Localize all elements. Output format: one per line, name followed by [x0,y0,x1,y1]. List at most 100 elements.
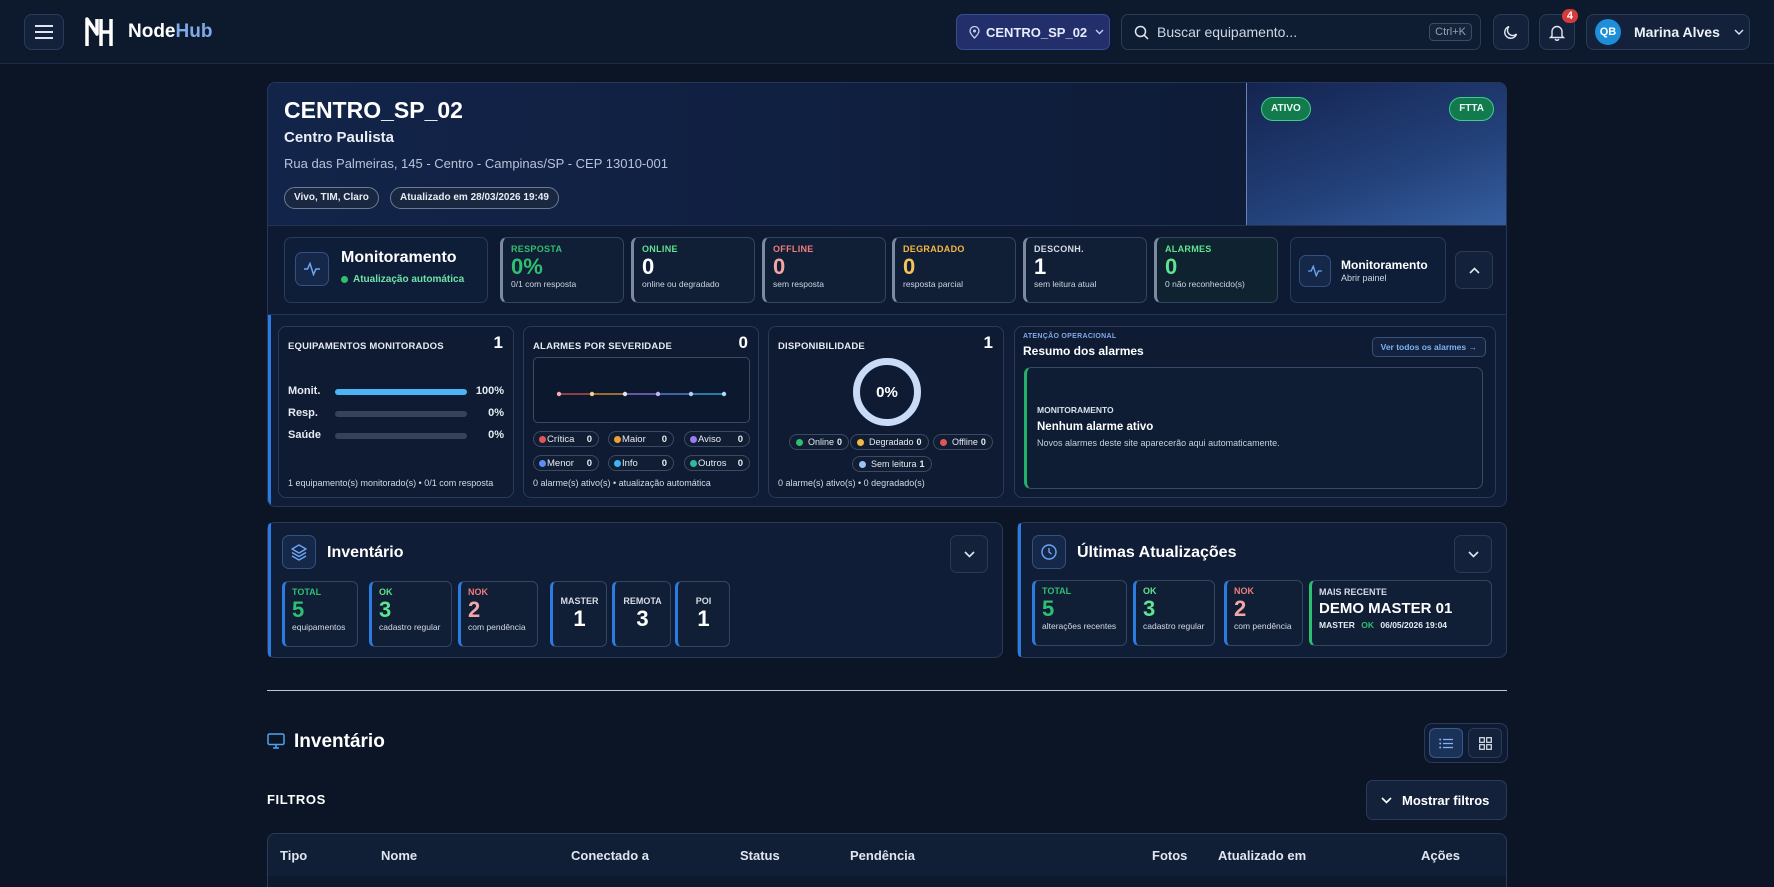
operators-chip: Vivo, TIM, Claro [284,187,379,209]
inventory-card-title: Inventário [327,544,404,561]
latest-updates-card: Últimas Atualizações TOTAL 5 alterações … [1017,522,1507,658]
site-name: Centro Paulista [284,129,395,146]
column-acoes: Ações [1421,848,1461,863]
search-input[interactable]: Buscar equipamento... Ctrl+K [1121,14,1481,50]
chevron-down-icon [1381,796,1392,804]
theme-toggle-button[interactable] [1493,14,1529,50]
severity-maior: Maior 0 [608,431,674,447]
map-pin-icon [969,25,980,39]
inv-nok: NOK 2 com pendência [458,581,538,647]
monitored-equipment-panel: EQUIPAMENTOS MONITORADOS 1 Monit. 100% R… [278,326,514,498]
site-code: CENTRO_SP_02 [284,97,463,123]
no-alarm-box: MONITORAMENTO Nenhum alarme ativo Novos … [1024,367,1483,489]
monitoring-kpi-row: Monitoramento Atualização automática RES… [268,225,1506,315]
column-tipo[interactable]: Tipo [280,848,307,863]
site-header: CENTRO_SP_02 Centro Paulista Rua das Pal… [268,83,1246,225]
search-shortcut: Ctrl+K [1429,23,1472,41]
updated-chip: Atualizado em 28/03/2026 19:49 [390,187,559,209]
see-all-alarms-button[interactable]: Ver todos os alarmes → [1371,337,1486,357]
show-filters-button[interactable]: Mostrar filtros [1366,780,1507,820]
hamburger-icon [35,25,53,39]
avatar: QB [1595,19,1621,45]
monitor-icon [267,733,285,749]
user-name: Marina Alves [1634,24,1720,40]
auto-update-status: Atualização automática [341,274,464,285]
column-pendencia[interactable]: Pendência [850,848,915,863]
availability-offline: Offline 0 [933,434,993,450]
severity-aviso: Aviso 0 [684,431,750,447]
monitoring-title: Monitoramento [341,249,457,266]
inventory-card: Inventário TOTAL 5 equipamentos OK 3 cad… [267,522,1003,658]
availability-degradado: Degradado 0 [850,434,929,450]
updates-ok: OK 3 cadastro regular [1133,580,1215,646]
column-status[interactable]: Status [740,848,780,863]
availability-panel: DISPONIBILIDADE 1 0% Online 0 Degradado 0 … [768,326,1004,498]
chevron-down-icon [1095,29,1104,35]
clock-icon [1032,535,1066,569]
top-bar: NodeHub CENTRO_SP_02 Buscar equipamento.… [0,0,1774,64]
type-badge: FTTA [1449,97,1494,121]
inv-poi: POI 1 [675,581,730,647]
site-selector[interactable]: CENTRO_SP_02 [956,14,1110,50]
view-toggle [1424,723,1508,763]
monitoring-summary: Monitoramento Atualização automática [284,237,488,303]
bar-monit: Monit. 100% [288,385,504,397]
inv-master: MASTER 1 [550,581,607,647]
updates-card-title: Últimas Atualizações [1077,544,1237,561]
availability-online: Online 0 [789,434,850,450]
kpi-degradado: DEGRADADO 0 resposta parcial [892,237,1016,303]
inventory-expand-button[interactable] [950,535,988,573]
severity-panel: ALARMES POR SEVERIDADE 0 Crítica 0 Maior 0… [523,326,759,498]
column-nome[interactable]: Nome [381,848,417,863]
updates-expand-button[interactable] [1454,535,1492,573]
activity-icon [295,252,329,286]
severity-outros: Outros 0 [684,455,750,471]
kpi-desconhecido: DESCONH. 1 sem leitura atual [1023,237,1147,303]
column-atualizado-em[interactable]: Atualizado em [1218,848,1306,863]
open-monitoring-panel-button[interactable]: Monitoramento Abrir painel [1290,237,1446,303]
grid-icon [1478,736,1492,750]
availability-donut: 0% [853,358,921,426]
site-image: ATIVO FTTA [1246,83,1506,225]
severity-info: Info 0 [608,455,674,471]
inv-total: TOTAL 5 equipamentos [282,581,358,647]
column-fotos[interactable]: Fotos [1152,848,1187,863]
inventory-section-title: Inventário [294,731,385,752]
bell-icon [1549,25,1565,41]
site-address: Rua das Palmeiras, 145 - Centro - Campin… [284,156,668,171]
nodehub-logo-icon [85,17,113,46]
section-divider [267,690,1507,691]
alarm-summary-panel: ATENÇÃO OPERACIONAL Resumo dos alarmes V… [1014,326,1496,498]
site-overview-card: CENTRO_SP_02 Centro Paulista Rua das Pal… [267,82,1507,507]
status-badge: ATIVO [1261,97,1311,121]
site-selector-label: CENTRO_SP_02 [986,24,1088,40]
kpi-resposta: RESPOSTA 0% 0/1 com resposta [500,237,624,303]
chevron-down-icon [1734,29,1744,35]
status-dot [341,275,348,283]
notifications-button[interactable]: 4 [1539,9,1578,50]
list-view-button[interactable] [1429,728,1463,758]
moon-icon [1504,25,1518,39]
menu-button[interactable] [24,14,64,50]
most-recent-update[interactable]: MAIS RECENTE DEMO MASTER 01 MASTER OK 06… [1309,580,1492,646]
collapse-monitoring-button[interactable] [1455,251,1493,289]
availability-sem-leitura: Sem leitura 1 [852,456,932,472]
inventory-table-body [267,876,1507,887]
updates-total: TOTAL 5 alterações recentes [1032,580,1127,646]
severity-sparkline [533,357,750,423]
bar-resp: Resp. 0% [288,407,504,419]
filters-label: FILTROS [267,792,326,807]
kpi-alarmes: ALARMES 0 0 não reconhecido(s) [1154,237,1278,303]
inv-ok: OK 3 cadastro regular [369,581,452,647]
chevron-down-icon [963,550,975,558]
column-conectado-a[interactable]: Conectado a [571,848,649,863]
search-placeholder: Buscar equipamento... [1157,24,1298,40]
activity-icon [1299,255,1331,287]
updates-nok: NOK 2 com pendência [1224,580,1303,646]
notification-count-badge: 4 [1561,9,1578,23]
bar-saude: Saúde 0% [288,429,504,441]
grid-view-button[interactable] [1468,728,1502,758]
layers-icon [282,535,316,569]
list-icon [1439,738,1453,748]
user-menu-button[interactable]: QB Marina Alves [1586,14,1750,50]
